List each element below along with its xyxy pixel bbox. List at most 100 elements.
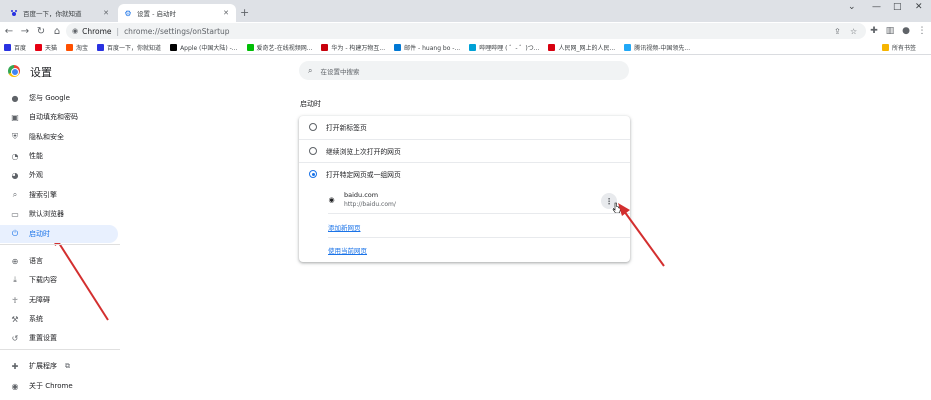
bookmark-item[interactable]: 邮件 - huang bo -... [394, 43, 460, 52]
sidebar-item-label: 下载内容 [29, 276, 57, 284]
radio-button-checked[interactable] [309, 170, 317, 178]
sidebar-item-wrench[interactable]: ⚒ 系统 [0, 310, 118, 328]
sidebar-item-label: 搜索引擎 [29, 191, 57, 199]
minimize-button[interactable]: — [872, 2, 881, 12]
sidebar-item-palette[interactable]: ◕ 外观 [0, 166, 118, 184]
palette-icon: ◕ [11, 170, 19, 180]
back-button[interactable]: ← [2, 24, 16, 38]
bookmark-item[interactable]: 人民网_网上的人民... [548, 43, 615, 52]
sidebar-item-label: 扩展程序 [29, 362, 57, 370]
sidebar-divider [0, 244, 120, 245]
sidebar-item-shield[interactable]: ⛨ 隐私和安全 [0, 128, 118, 146]
radio-button[interactable] [309, 123, 317, 131]
download-icon: ⤓ [13, 275, 17, 284]
profile-avatar-icon[interactable]: ● [900, 25, 912, 37]
sidebar-item-clipboard[interactable]: ▣ 自动填充和密码 [0, 108, 118, 126]
radio-new-tab[interactable]: 打开新标签页 [309, 118, 367, 136]
folder-icon [881, 44, 889, 51]
extensions-icon[interactable]: ✚ [868, 25, 880, 37]
bookmark-label: 淘宝 [76, 45, 89, 52]
new-tab-button[interactable]: + [240, 6, 249, 19]
all-bookmarks-button[interactable]: 所有书签 [881, 43, 916, 52]
sidebar-divider [0, 349, 120, 350]
sidebar-item-download[interactable]: ⤓ 下载内容 [0, 271, 118, 289]
shield-icon: ⛨ [12, 132, 18, 141]
maximize-button[interactable]: □ [893, 2, 902, 12]
tab-settings[interactable]: ⚙ 设置 - 启动时 ✕ [118, 4, 236, 22]
close-tab-icon[interactable]: ✕ [222, 9, 230, 17]
sidebar-item-history[interactable]: ↺ 重置设置 [0, 329, 118, 347]
bookmark-item[interactable]: 爱奇艺-在线视频网... [246, 43, 313, 52]
search-icon: ⌕ [12, 190, 18, 199]
gear-icon: ⚙ [124, 8, 132, 18]
divider [328, 237, 630, 238]
side-panel-icon[interactable]: ▥ [884, 25, 896, 37]
use-current-pages-link[interactable]: 使用当前网页 [328, 245, 367, 255]
site-name: baidu.com [344, 191, 379, 199]
radio-button[interactable] [309, 147, 317, 155]
bookmark-favicon-icon [624, 44, 632, 51]
tab-baidu[interactable]: 百度一下，你就知道 ✕ [4, 4, 116, 22]
bookmark-favicon-icon [4, 44, 11, 51]
sidebar-item-label: 关于 Chrome [29, 382, 73, 390]
bookmark-label: 华为 - 构建万物互... [331, 45, 386, 52]
tab-title: 设置 - 启动时 [137, 10, 176, 18]
bookmark-star-icon[interactable]: ☆ [850, 27, 857, 36]
close-window-button[interactable]: ✕ [915, 2, 923, 12]
person-icon: ● [11, 93, 19, 103]
toolbar: ← → ↻ ⌂ ◉ Chrome | chrome://settings/onS… [0, 22, 931, 41]
radio-continue[interactable]: 继续浏览上次打开的网页 [309, 142, 401, 160]
bookmark-favicon-icon [394, 44, 402, 51]
bookmark-label: 天猫 [45, 45, 58, 52]
bookmark-favicon-icon [246, 44, 254, 51]
bookmark-label: 邮件 - huang bo -... [404, 45, 461, 52]
add-new-page-link[interactable]: 添加新网页 [328, 222, 361, 232]
divider [328, 213, 630, 214]
bookmark-item[interactable]: 华为 - 构建万物互... [321, 43, 385, 52]
chrome-icon: ◉ [72, 27, 79, 35]
history-icon: ↺ [11, 333, 19, 343]
sidebar-item-accessibility[interactable]: ☥ 无障碍 [0, 291, 118, 309]
bookmark-item[interactable]: 腾讯视频-中国领先... [624, 43, 690, 52]
sidebar-item-search[interactable]: ⌕ 搜索引擎 [0, 186, 118, 204]
power-icon: ⏻ [11, 229, 19, 238]
bookmark-label: 腾讯视频-中国领先... [634, 45, 691, 52]
sidebar-item-label: 隐私和安全 [29, 133, 64, 141]
sidebar-item-browser[interactable]: ▭ 默认浏览器 [0, 205, 118, 223]
bookmark-item[interactable]: Apple (中国大陆) -... [170, 43, 238, 52]
sidebar-item-label: 您与 Google [29, 94, 70, 102]
home-button[interactable]: ⌂ [50, 24, 64, 38]
address-chip: Chrome [82, 26, 112, 36]
sidebar-item-puzzle[interactable]: ✚ 扩展程序 ⧉ [0, 357, 118, 375]
close-tab-icon[interactable]: ✕ [102, 9, 110, 17]
bookmark-item[interactable]: 淘宝 [66, 43, 88, 52]
sidebar-item-power[interactable]: ⏻ 启动时 [0, 225, 118, 243]
settings-search-input[interactable]: ⌕ 在设置中搜索 [299, 61, 629, 80]
bookmark-item[interactable]: 百度 [4, 43, 26, 52]
address-bar[interactable]: ◉ Chrome | chrome://settings/onStartup ⇪… [66, 23, 866, 39]
puzzle-icon: ✚ [11, 361, 19, 371]
sidebar-item-speedometer[interactable]: ◔ 性能 [0, 147, 118, 165]
browser-icon: ▭ [11, 209, 19, 219]
sidebar-item-label: 重置设置 [29, 334, 57, 342]
bookmark-item[interactable]: 天猫 [35, 43, 57, 52]
share-icon[interactable]: ⇪ [834, 27, 841, 36]
reload-button[interactable]: ↻ [34, 24, 48, 38]
sidebar-item-label: 系统 [29, 315, 43, 323]
bookmark-item[interactable]: 哔哩哔哩 ( ゜- ゜)つ... [469, 43, 539, 52]
bookmark-label: 哔哩哔哩 ( ゜- ゜)つ... [479, 45, 540, 52]
radio-specific-pages[interactable]: 打开特定网页或一组网页 [309, 165, 401, 183]
bookmark-item[interactable]: 百度一下，你就知道 [97, 43, 161, 52]
sidebar-item-chrome[interactable]: ◉ 关于 Chrome [0, 377, 118, 395]
forward-button[interactable]: → [18, 24, 32, 38]
address-separator: | [116, 26, 120, 36]
tab-search-chevron-icon[interactable]: ⌄ [848, 2, 856, 12]
sidebar-item-person[interactable]: ● 您与 Google [0, 89, 118, 107]
sidebar-item-globe[interactable]: ⊕ 语言 [0, 252, 118, 270]
chrome-icon: ◉ [11, 381, 19, 391]
bookmark-label: 爱奇艺-在线视频网... [256, 45, 313, 52]
sidebar-item-label: 语言 [29, 257, 43, 265]
accessibility-icon: ☥ [12, 295, 18, 305]
menu-kebab-icon[interactable]: ⋮ [916, 25, 928, 37]
page-title: 设置 [30, 66, 52, 79]
